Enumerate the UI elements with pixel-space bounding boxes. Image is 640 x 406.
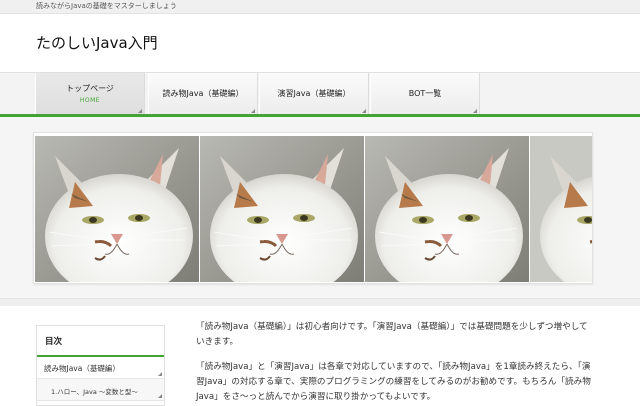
- section-divider: [0, 298, 640, 306]
- nav-accent-line: [0, 114, 640, 117]
- toc-item[interactable]: 1.ハロー、Java ～変数と型～: [37, 379, 164, 401]
- article-body: 「読み物Java（基礎編）」は初心者向けです。「演習Java（基礎編）」では基礎…: [196, 320, 596, 406]
- toc-item[interactable]: 読み物Java（基礎編）: [37, 357, 164, 379]
- nav-item-label: 読み物Java（基礎編）: [162, 89, 244, 98]
- slide-cat-image: [35, 136, 199, 282]
- top-bar: 読みながらJavaの基礎をマスターしましょう: [0, 0, 640, 14]
- slide-cat-image: [365, 136, 529, 282]
- corner-mark-icon: [138, 109, 142, 113]
- nav-item-reading-java[interactable]: 読み物Java（基礎編）: [148, 73, 258, 115]
- slide-cat-image: [200, 136, 364, 282]
- site-header: たのしいJava入門: [0, 14, 640, 72]
- article-paragraph: 「読み物Java（基礎編）」は初心者向けです。「演習Java（基礎編）」では基礎…: [196, 322, 588, 347]
- nav-item-exercise-java[interactable]: 演習Java（基礎編）: [259, 73, 369, 115]
- image-slider[interactable]: [33, 132, 593, 284]
- slide-cat-image: [530, 136, 592, 282]
- nav-item-label: トップページ: [66, 84, 114, 93]
- toc-item-label: 1.ハロー、Java ～変数と型～: [51, 388, 138, 396]
- toc-title: 目次: [45, 337, 63, 347]
- corner-mark-icon: [158, 394, 162, 398]
- article-paragraph: 「読み物Java」と「演習Java」は各章で対応していますので、「読み物Java…: [196, 362, 591, 402]
- corner-mark-icon: [473, 109, 477, 113]
- nav-item-bot-list[interactable]: BOT一覧: [370, 73, 480, 115]
- corner-mark-icon: [158, 372, 162, 376]
- corner-mark-icon: [251, 109, 255, 113]
- site-title[interactable]: たのしいJava入門: [36, 32, 158, 53]
- nav-item-sublabel: HOME: [79, 97, 101, 104]
- corner-mark-icon: [362, 109, 366, 113]
- nav-item-label: BOT一覧: [408, 89, 442, 98]
- nav-item-home[interactable]: トップページ HOME: [35, 73, 145, 115]
- table-of-contents: 目次 読み物Java（基礎編） 1.ハロー、Java ～変数と型～: [36, 325, 165, 406]
- nav-item-label: 演習Java（基礎編）: [277, 89, 351, 98]
- toc-item-label: 読み物Java（基礎編）: [44, 364, 120, 373]
- site-tagline: 読みながらJavaの基礎をマスターしましょう: [36, 2, 177, 10]
- main-nav: トップページ HOME 読み物Java（基礎編） 演習Java（基礎編） BOT…: [0, 72, 640, 116]
